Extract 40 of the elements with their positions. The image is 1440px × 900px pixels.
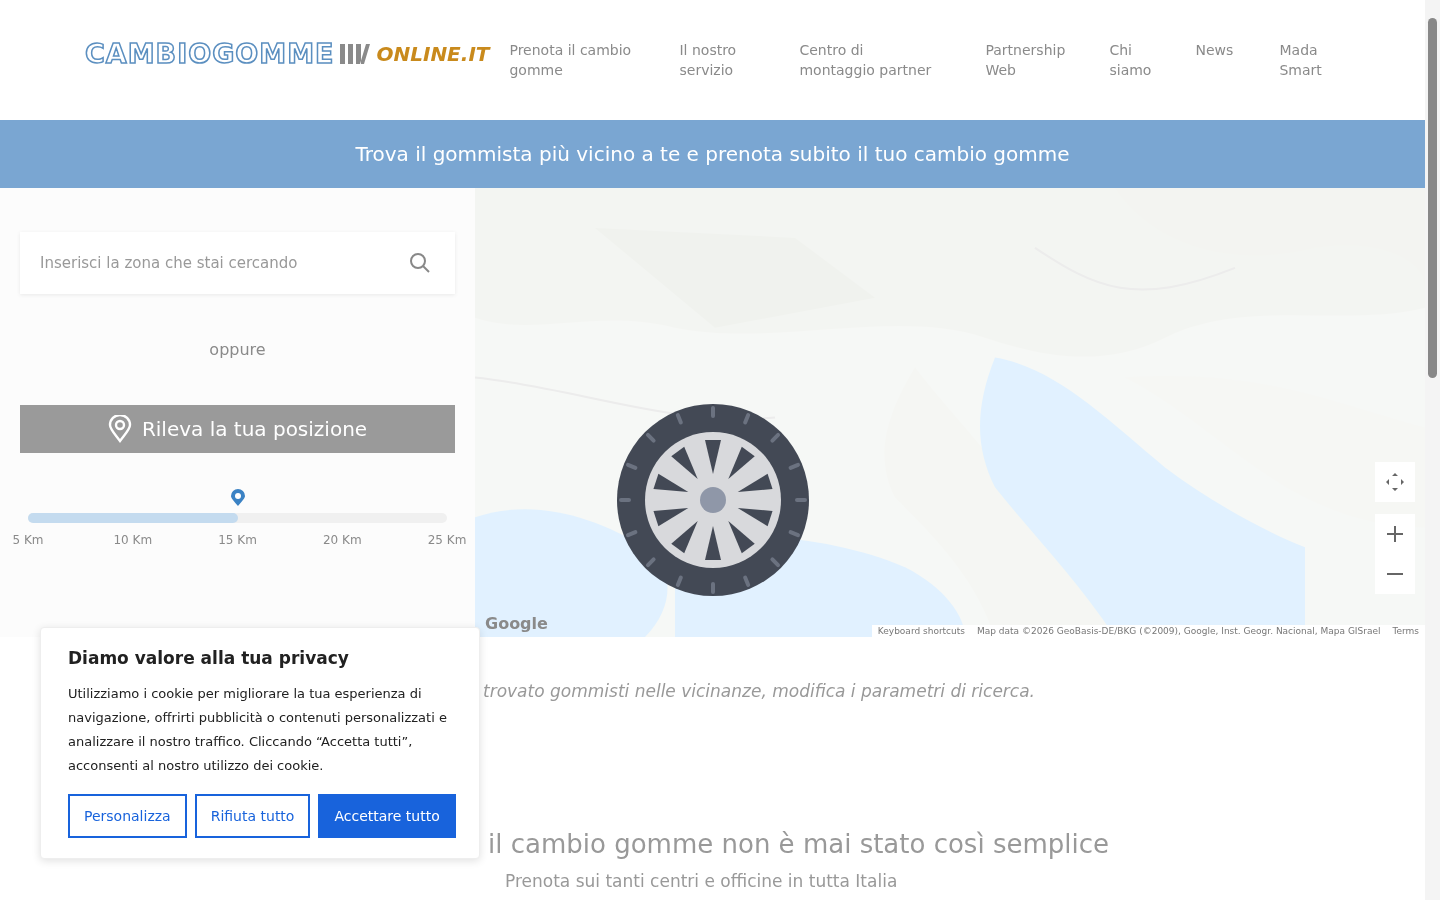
cookie-option-button[interactable]: Personalizza <box>68 794 187 838</box>
nav-link[interactable]: Centro di montaggio partner <box>799 40 942 80</box>
fullscreen-button[interactable] <box>1375 462 1415 502</box>
or-text: oppure <box>209 340 266 359</box>
locate-button[interactable]: Rileva la tua posizione <box>20 405 455 453</box>
plus-icon <box>1386 525 1404 543</box>
google-logo[interactable]: Google <box>485 614 548 633</box>
tire-icon <box>617 404 809 596</box>
nav-link[interactable]: Chi siamo <box>1109 40 1152 80</box>
accept-button[interactable]: Accettare tutto <box>318 794 456 838</box>
location-pin-icon <box>107 415 132 443</box>
tick-label: 10 Km <box>112 533 154 547</box>
nav-link[interactable]: Il nostro servizio <box>679 40 756 80</box>
terms-link[interactable]: Terms <box>1392 626 1419 636</box>
map-attribution: Map data ©2026 GeoBasis-DE/BKG (©2009), Google, Inst. Geogr. Nacional, Mapa GISrael <box>977 626 1381 636</box>
nav-link[interactable]: Prenota il cambio gomme <box>509 40 636 80</box>
tick-label: 25 Km <box>426 533 468 547</box>
tick-label: 20 Km <box>321 533 363 547</box>
fullscreen-icon <box>1385 472 1405 492</box>
slider-thumb[interactable] <box>229 489 246 507</box>
stripes-icon <box>340 41 371 66</box>
nav-link[interactable]: News <box>1195 40 1236 80</box>
nav-link[interactable]: Mada Smart <box>1279 40 1330 80</box>
cookie-option-button[interactable]: Rifiuta tutto <box>194 794 311 838</box>
tick-label: 5 Km <box>11 533 45 547</box>
keyboard-shortcuts-link[interactable]: Keyboard shortcuts <box>877 626 965 636</box>
minus-icon <box>1387 573 1403 575</box>
scrollbar[interactable] <box>1425 0 1440 900</box>
section-title: il cambio gomme non è mai stato così semplice <box>488 829 1111 859</box>
search-icon[interactable] <box>409 252 431 274</box>
logo-wordmark[interactable]: CAMBIOGOMME <box>85 38 335 69</box>
search-field[interactable]: Inserisci la zona che stai cercando <box>20 232 455 294</box>
nav-link[interactable]: Partnership Web <box>985 40 1066 80</box>
dialog-title: Diamo valore alla tua privacy <box>68 648 350 668</box>
logo-suffix[interactable]: ONLINE.IT <box>376 41 490 66</box>
tick-label: 15 Km <box>217 533 258 547</box>
no-results-message: trovato gommisti nelle vicinanze, modifica i parametri di ricerca. <box>483 681 1036 701</box>
dialog-text: Utilizziamo i cookie per migliorare la tua esperienza di navigazione, offrirti pubblicità o contenuti personalizzati e analizzare il nostro traffico. Cliccando “Accetta tutti”, acconsenti al nostro utilizzo dei cookie. <box>68 685 448 775</box>
banner-text: Trova il gommista più vicino a te e prenota subito il tuo cambio gomme <box>355 142 1070 166</box>
section-subtitle: Prenota sui tanti centri e officine in tutta Italia <box>505 871 899 891</box>
